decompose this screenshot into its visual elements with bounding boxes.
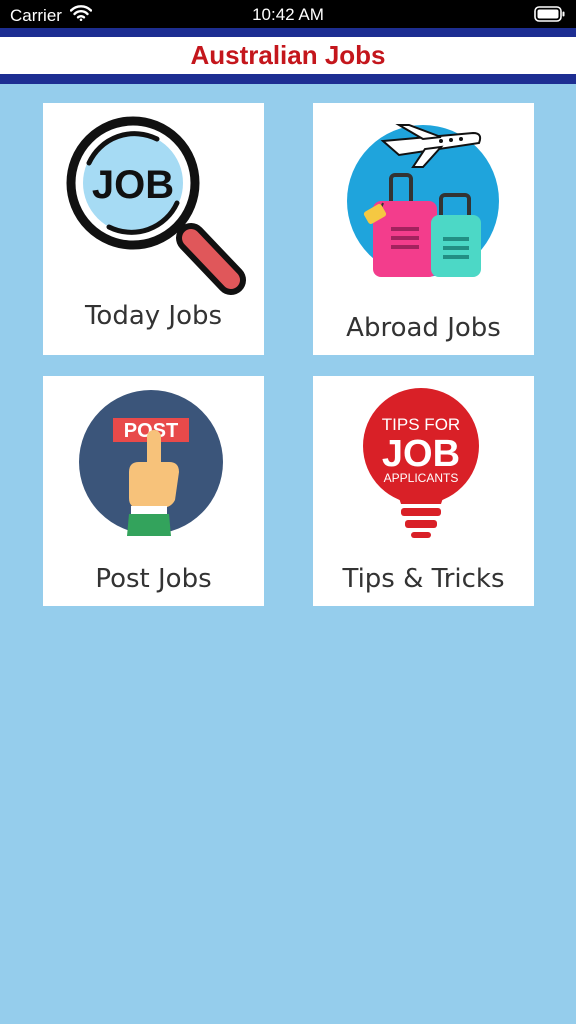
tips-tricks-tile[interactable]: TIPS FOR JOB APPLICANTS Tips & Tricks: [313, 376, 534, 606]
post-jobs-label: Post Jobs: [95, 564, 212, 594]
abroad-jobs-label: Abroad Jobs: [346, 313, 501, 343]
tips-tricks-label: Tips & Tricks: [342, 564, 505, 594]
post-hand-icon: POST: [43, 376, 264, 551]
tips-lightbulb-icon: TIPS FOR JOB APPLICANTS: [313, 376, 534, 551]
tips-icon-line-2: JOB: [382, 433, 460, 475]
status-bar: Carrier 10:42 AM: [0, 0, 576, 28]
header-stripe-bottom: [0, 74, 576, 84]
job-search-magnifier-icon: JOB: [43, 103, 264, 308]
abroad-jobs-tile[interactable]: Abroad Jobs: [313, 103, 534, 355]
status-time: 10:42 AM: [252, 5, 324, 24]
today-jobs-label: Today Jobs: [84, 301, 223, 331]
tips-icon-line-1: TIPS FOR: [382, 415, 460, 434]
tips-icon-line-3: APPLICANTS: [384, 471, 459, 485]
page-title: Australian Jobs: [190, 40, 386, 70]
svg-text:JOB: JOB: [92, 163, 174, 207]
battery-icon: [534, 6, 566, 27]
post-jobs-tile[interactable]: POST Post Jobs: [43, 376, 264, 606]
nav-bar: Australian Jobs: [0, 37, 576, 74]
airplane-luggage-icon: [313, 103, 534, 308]
today-jobs-tile[interactable]: JOB Today Jobs: [43, 103, 264, 355]
